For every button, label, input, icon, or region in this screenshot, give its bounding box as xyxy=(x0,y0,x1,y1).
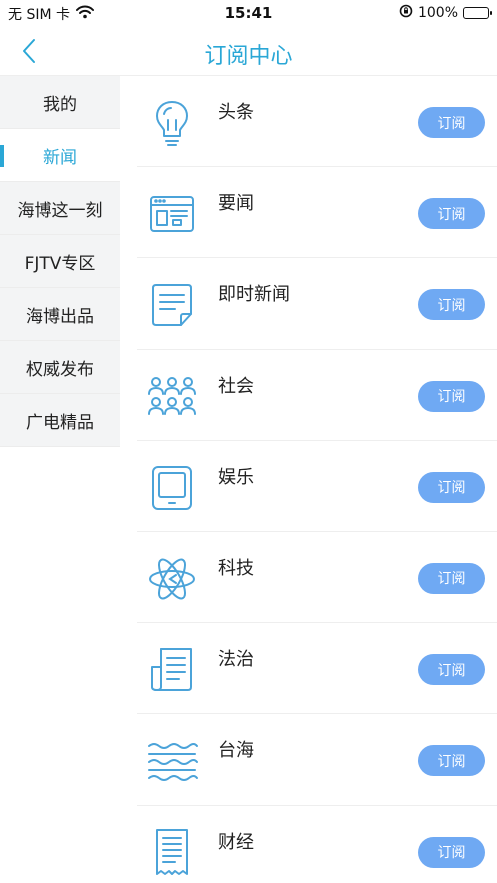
channel-title: 科技 xyxy=(218,557,254,579)
sidebar-item-haibo-moment[interactable]: 海博这一刻 xyxy=(0,182,120,235)
list-item: 科技 订阅 xyxy=(137,532,497,624)
channel-title: 即时新闻 xyxy=(218,284,290,306)
battery-icon xyxy=(463,7,492,19)
document-icon xyxy=(145,278,199,332)
sidebar-item-label: 广电精品 xyxy=(26,412,94,433)
list-item: 娱乐 订阅 xyxy=(137,441,497,532)
category-sidebar: 我的 新闻 海博这一刻 FJTV专区 海博出品 权威发布 广电精品 xyxy=(0,76,120,447)
sidebar-item-label: 新闻 xyxy=(43,147,77,168)
subscribe-button[interactable]: 订阅 xyxy=(418,198,485,230)
sidebar-item-label: 权威发布 xyxy=(26,359,94,380)
list-item: 法治 订阅 xyxy=(137,623,497,715)
subscribe-button[interactable]: 订阅 xyxy=(418,654,485,686)
orientation-lock-icon xyxy=(399,4,413,22)
sidebar-item-label: 海博出品 xyxy=(26,306,94,327)
sidebar-item-broadcast-quality[interactable]: 广电精品 xyxy=(0,394,120,447)
subscribe-button[interactable]: 订阅 xyxy=(418,289,485,321)
channel-title: 要闻 xyxy=(218,193,254,215)
list-item: 财经 订阅 xyxy=(137,806,497,883)
list-item: 即时新闻 订阅 xyxy=(137,258,497,350)
nav-bar: 订阅中心 xyxy=(0,26,497,76)
list-item: 头条 订阅 xyxy=(137,76,497,168)
waves-icon xyxy=(145,734,199,788)
subscribe-button[interactable]: 订阅 xyxy=(418,836,485,868)
lightbulb-icon xyxy=(145,96,199,150)
sidebar-item-label: 海博这一刻 xyxy=(17,200,103,221)
subscribe-button[interactable]: 订阅 xyxy=(418,107,485,138)
channel-title: 财经 xyxy=(218,831,254,853)
page-title: 订阅中心 xyxy=(204,44,293,69)
channel-title: 社会 xyxy=(218,375,254,397)
active-indicator xyxy=(0,145,4,167)
list-item: 台海 订阅 xyxy=(137,714,497,806)
people-group-icon xyxy=(145,370,199,424)
list-item: 社会 订阅 xyxy=(137,350,497,441)
sidebar-item-official-release[interactable]: 权威发布 xyxy=(0,341,120,394)
subscribe-button[interactable]: 订阅 xyxy=(418,745,485,777)
channel-title: 台海 xyxy=(218,740,254,762)
sidebar-item-label: FJTV专区 xyxy=(24,253,96,274)
subscribe-button[interactable]: 订阅 xyxy=(418,471,485,503)
channel-title: 头条 xyxy=(218,102,254,123)
channel-list: 头条 订阅 要闻 订阅 即时新闻 订阅 社会 订阅 娱乐 订阅 科技 订阅 法治… xyxy=(137,76,497,883)
browser-window-icon xyxy=(145,187,199,241)
newspaper-icon xyxy=(145,643,199,697)
channel-title: 娱乐 xyxy=(218,466,254,488)
sidebar-item-label: 我的 xyxy=(43,94,77,115)
atom-icon xyxy=(145,552,199,606)
sidebar-item-fjtv[interactable]: FJTV专区 xyxy=(0,235,120,288)
list-item: 要闻 订阅 xyxy=(137,167,497,259)
sidebar-item-mine[interactable]: 我的 xyxy=(0,76,120,129)
sidebar-item-haibo-production[interactable]: 海博出品 xyxy=(0,288,120,341)
status-right: 100% xyxy=(399,4,492,22)
status-bar: 无 SIM 卡 15:41 100% xyxy=(0,0,497,26)
battery-percent: 100% xyxy=(417,5,458,21)
tablet-icon xyxy=(145,461,199,515)
channel-title: 法治 xyxy=(218,649,254,671)
subscribe-button[interactable]: 订阅 xyxy=(418,562,485,594)
sidebar-item-news[interactable]: 新闻 xyxy=(0,129,120,182)
subscribe-button[interactable]: 订阅 xyxy=(418,380,485,412)
receipt-icon xyxy=(145,826,199,880)
